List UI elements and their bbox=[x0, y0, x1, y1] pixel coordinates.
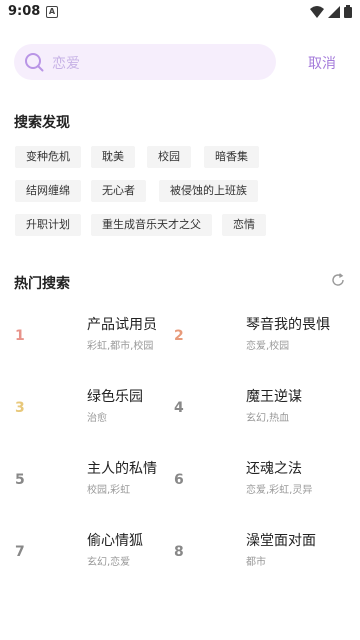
status-bar: 9:08 A bbox=[0, 0, 360, 24]
hot-rank: 1 bbox=[15, 328, 25, 344]
signal-icon bbox=[328, 5, 340, 18]
hot-tags: 恋爱,彩虹,灵异 bbox=[246, 485, 313, 496]
status-time: 9:08 bbox=[8, 4, 41, 19]
hot-rank: 6 bbox=[174, 472, 184, 488]
discover-tag[interactable]: 升职计划 bbox=[15, 214, 81, 236]
wifi-icon bbox=[310, 5, 324, 18]
hot-rank: 8 bbox=[174, 544, 184, 560]
hot-search-title: 热门搜索 bbox=[14, 276, 70, 292]
hot-title: 绿色乐园 bbox=[87, 389, 143, 405]
hot-rank: 3 bbox=[15, 400, 25, 416]
discover-tag[interactable]: 被侵蚀的上班族 bbox=[159, 180, 258, 202]
hot-title: 魔王逆谋 bbox=[246, 389, 302, 405]
cancel-button[interactable]: 取消 bbox=[308, 53, 336, 73]
discover-tag[interactable]: 耽美 bbox=[91, 146, 135, 168]
hot-tags: 恋爱,校园 bbox=[246, 341, 290, 352]
hot-item-8[interactable]: 8 澡堂面对面 都市 bbox=[174, 530, 344, 590]
discover-tag[interactable]: 结网缠绵 bbox=[15, 180, 81, 202]
hot-item-5[interactable]: 5 主人的私情 校园,彩虹 bbox=[15, 458, 185, 518]
discover-title: 搜索发现 bbox=[14, 115, 70, 131]
hot-title: 主人的私情 bbox=[87, 461, 157, 477]
battery-icon bbox=[344, 5, 352, 18]
search-placeholder: 恋爱 bbox=[52, 56, 80, 72]
discover-tag[interactable]: 校园 bbox=[147, 146, 191, 168]
hot-title: 产品试用员 bbox=[87, 317, 157, 333]
discover-tag[interactable]: 无心者 bbox=[91, 180, 146, 202]
hot-tags: 彩虹,都市,校园 bbox=[87, 341, 154, 352]
search-input[interactable]: 恋爱 bbox=[14, 44, 276, 80]
hot-item-1[interactable]: 1 产品试用员 彩虹,都市,校园 bbox=[15, 314, 185, 374]
hot-tags: 校园,彩虹 bbox=[87, 485, 131, 496]
discover-tag[interactable]: 变种危机 bbox=[15, 146, 81, 168]
hot-item-4[interactable]: 4 魔王逆谋 玄幻,热血 bbox=[174, 386, 344, 446]
discover-tag[interactable]: 恋情 bbox=[222, 214, 266, 236]
hot-tags: 玄幻,热血 bbox=[246, 413, 290, 424]
hot-tags: 玄幻,恋爱 bbox=[87, 557, 131, 568]
hot-title: 偷心情狐 bbox=[87, 533, 143, 549]
status-indicators bbox=[310, 5, 352, 18]
hot-item-3[interactable]: 3 绿色乐园 治愈 bbox=[15, 386, 185, 446]
refresh-icon[interactable] bbox=[331, 273, 345, 287]
hot-title: 琴音我的畏惧 bbox=[246, 317, 330, 333]
hot-title: 澡堂面对面 bbox=[246, 533, 316, 549]
hot-item-2[interactable]: 2 琴音我的畏惧 恋爱,校园 bbox=[174, 314, 344, 374]
search-icon bbox=[25, 53, 44, 72]
hot-rank: 7 bbox=[15, 544, 25, 560]
discover-tag[interactable]: 暗香集 bbox=[204, 146, 259, 168]
discover-tag[interactable]: 重生成音乐天才之父 bbox=[91, 214, 212, 236]
hot-item-7[interactable]: 7 偷心情狐 玄幻,恋爱 bbox=[15, 530, 185, 590]
hot-item-6[interactable]: 6 还魂之法 恋爱,彩虹,灵异 bbox=[174, 458, 344, 518]
hot-rank: 2 bbox=[174, 328, 184, 344]
hot-title: 还魂之法 bbox=[246, 461, 302, 477]
hot-tags: 治愈 bbox=[87, 413, 107, 424]
hot-tags: 都市 bbox=[246, 557, 266, 568]
hot-rank: 4 bbox=[174, 400, 184, 416]
hot-rank: 5 bbox=[15, 472, 25, 488]
notification-icon: A bbox=[46, 6, 58, 18]
